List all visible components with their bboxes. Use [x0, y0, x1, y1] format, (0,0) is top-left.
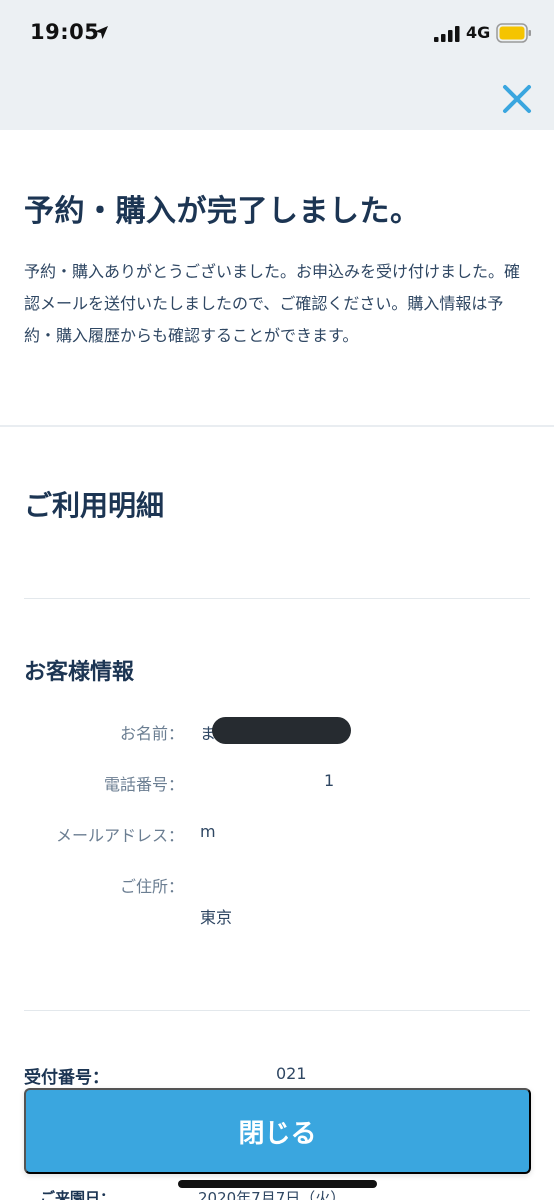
status-time: 19:05	[30, 20, 100, 44]
network-type: 4G	[466, 23, 491, 42]
redaction-mark	[212, 717, 351, 744]
close-button[interactable]: 閉じる	[24, 1088, 531, 1174]
battery-icon	[496, 23, 531, 43]
location-arrow-icon	[95, 26, 108, 39]
close-x-icon[interactable]	[500, 82, 534, 116]
visit-date-label: ご来園日：	[40, 1189, 116, 1200]
customer-divider	[24, 1010, 530, 1011]
home-indicator	[178, 1180, 377, 1188]
details-divider	[24, 598, 530, 599]
name-label: お名前：	[119, 724, 184, 743]
status-bar: 19:05 4G	[0, 0, 554, 66]
section-divider	[0, 425, 554, 427]
customer-info-title: お客様情報	[24, 660, 135, 685]
top-bar	[0, 66, 554, 130]
phone-label: 電話番号：	[103, 775, 184, 794]
reception-number-value: 021	[276, 1064, 307, 1083]
completion-title: 予約・購入が完了しました。	[24, 194, 421, 229]
address-label: ご住所：	[119, 877, 184, 896]
email-label: メールアドレス：	[55, 826, 184, 845]
phone-value: 1	[324, 771, 335, 790]
reception-number-label: 受付番号：	[24, 1068, 109, 1088]
email-value: m	[200, 822, 216, 841]
details-title: ご利用明細	[24, 489, 165, 522]
completion-message: 予約・購入ありがとうございました。お申込みを受け付けました。確認メールを送付いた…	[24, 262, 521, 345]
signal-bars-icon	[434, 26, 460, 42]
address-value: 東京	[200, 908, 233, 927]
visit-date-value: 2020年7月7日（火）	[198, 1189, 346, 1200]
